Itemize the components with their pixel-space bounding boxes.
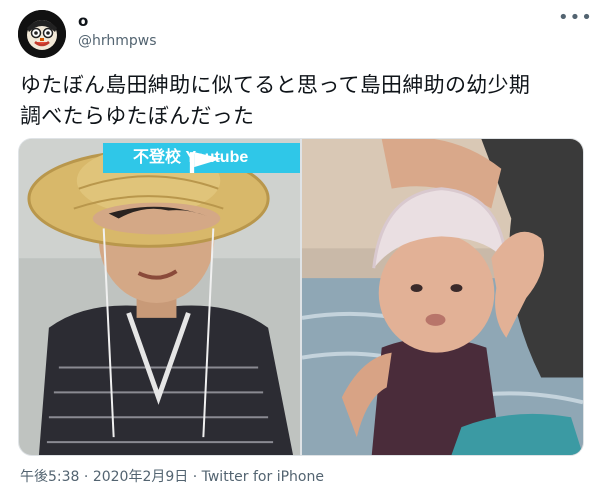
photo-left[interactable]: 不登校 Youtube — [19, 139, 300, 455]
avatar-cartoon-face-icon — [18, 10, 66, 58]
flag-icon — [189, 152, 222, 173]
photo-boy-straw-hat — [19, 139, 300, 455]
tweet-timestamp: 午後5:38 · 2020年2月9日 · Twitter for iPhone — [20, 466, 324, 486]
tweet-date[interactable]: 2020年2月9日 — [93, 469, 188, 485]
tweet-text: ゆたぼん島田紳助に似てると思って島田紳助の幼少期 調べたらゆたぼんだった — [20, 70, 585, 132]
tweet-card: o @hrhmpws ••• ゆたぼん島田紳助に似てると思って島田紳助の幼少期 … — [0, 0, 600, 500]
author-display-name[interactable]: o — [78, 12, 88, 30]
avatar[interactable] — [18, 10, 66, 58]
media-grid: 不登校 Youtube — [18, 138, 584, 456]
author-handle[interactable]: @hrhmpws — [78, 33, 157, 49]
tweet-time[interactable]: 午後5:38 — [20, 469, 79, 485]
meta-separator: · — [79, 469, 93, 485]
tweet-text-line: ゆたぼん島田紳助に似てると思って島田紳助の幼少期 — [20, 73, 531, 97]
tweet-text-line: 調べたらゆたぼんだった — [20, 104, 255, 128]
photo-toddler-pool — [302, 139, 583, 455]
meta-separator: · — [188, 469, 202, 485]
more-horizontal-icon[interactable]: ••• — [558, 9, 592, 28]
photo-right[interactable] — [302, 139, 583, 455]
video-caption-banner: 不登校 Youtube — [103, 143, 300, 173]
tweet-source[interactable]: Twitter for iPhone — [202, 469, 324, 485]
